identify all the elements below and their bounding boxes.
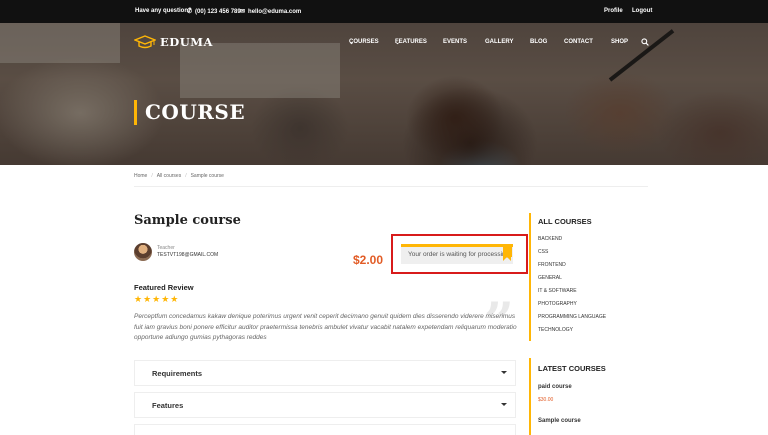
latest-course-price: $30.00 bbox=[538, 397, 554, 403]
page-title: COURSE bbox=[145, 100, 246, 124]
category-item[interactable]: TECHNOLOGY bbox=[538, 327, 606, 340]
teacher-avatar[interactable] bbox=[134, 243, 152, 261]
accordion-label: Features bbox=[152, 401, 184, 410]
breadcrumb-all-courses[interactable]: All courses bbox=[157, 173, 181, 179]
breadcrumb-current: Sample course bbox=[190, 173, 224, 179]
email-link[interactable]: ✉ hello@eduma.com bbox=[240, 8, 302, 16]
question-text: Have any question? bbox=[135, 8, 192, 14]
chevron-down-icon: ⌄ bbox=[395, 40, 401, 46]
category-item[interactable]: GENERAL bbox=[538, 275, 606, 288]
rating-stars: ★★★★★ bbox=[134, 294, 180, 304]
category-item[interactable]: BACKEND bbox=[538, 236, 606, 249]
top-bar: Have any question? ✆ (00) 123 456 789 ✉ … bbox=[0, 0, 768, 23]
chevron-down-icon: ⌄ bbox=[349, 40, 355, 46]
nav-shop[interactable]: SHOP bbox=[611, 39, 628, 45]
phone-icon: ✆ bbox=[187, 9, 193, 15]
featured-review-title: Featured Review bbox=[134, 283, 194, 292]
breadcrumb-home[interactable]: Home bbox=[134, 173, 147, 179]
chevron-down-icon bbox=[501, 371, 507, 374]
category-item[interactable]: PROGRAMMING LANGUAGE bbox=[538, 314, 606, 327]
accordion-label: Requirements bbox=[152, 369, 203, 378]
latest-course-title[interactable]: paid course bbox=[538, 384, 572, 390]
latest-course-title[interactable]: Sample course bbox=[538, 418, 581, 424]
category-item[interactable]: CSS bbox=[538, 249, 606, 262]
main-nav: COURSES ⌄ FEATURES ⌄ EVENTS GALLERY BLOG… bbox=[0, 38, 768, 49]
search-icon[interactable] bbox=[641, 38, 649, 48]
chevron-down-icon bbox=[501, 403, 507, 406]
category-item[interactable]: IT & SOFTWARE bbox=[538, 288, 606, 301]
order-status-text: Your order is waiting for processing bbox=[408, 251, 508, 258]
course-title: Sample course bbox=[134, 213, 241, 228]
teacher-name[interactable]: TESTVT198@GMAIL.COM bbox=[157, 252, 218, 258]
email-address: hello@eduma.com bbox=[248, 8, 302, 15]
nav-contact[interactable]: CONTACT bbox=[564, 39, 593, 45]
breadcrumb-separator: / bbox=[185, 173, 187, 179]
accordion-features[interactable]: Features bbox=[134, 392, 516, 418]
course-price: $2.00 bbox=[353, 253, 384, 267]
category-item[interactable]: PHOTOGRAPHY bbox=[538, 301, 606, 314]
sidebar-accent-line bbox=[529, 358, 531, 435]
mail-icon: ✉ bbox=[240, 9, 246, 15]
all-courses-title: ALL COURSES bbox=[538, 217, 592, 226]
phone-link[interactable]: ✆ (00) 123 456 789 bbox=[187, 8, 241, 16]
breadcrumb: Home / All courses / Sample course bbox=[134, 173, 224, 179]
review-text: Perceptfum concedamus kakaw denique pote… bbox=[134, 313, 517, 341]
category-item[interactable]: FRONTEND bbox=[538, 262, 606, 275]
sidebar-accent-line bbox=[529, 213, 531, 341]
profile-link[interactable]: Profile bbox=[604, 8, 623, 14]
category-list: BACKEND CSS FRONTEND GENERAL IT & SOFTWA… bbox=[538, 236, 606, 340]
breadcrumb-separator: / bbox=[151, 173, 153, 179]
breadcrumb-divider bbox=[134, 186, 648, 187]
hero-title-accent bbox=[134, 100, 137, 125]
teacher-label: Teacher bbox=[157, 245, 175, 251]
logout-link[interactable]: Logout bbox=[632, 8, 652, 14]
nav-events[interactable]: EVENTS bbox=[443, 39, 467, 45]
latest-courses-title: LATEST COURSES bbox=[538, 364, 606, 373]
bookmark-icon bbox=[503, 244, 512, 261]
phone-number: (00) 123 456 789 bbox=[195, 8, 241, 15]
nav-blog[interactable]: BLOG bbox=[530, 39, 547, 45]
accordion-requirements[interactable]: Requirements bbox=[134, 360, 516, 386]
accordion-next[interactable] bbox=[134, 424, 516, 435]
nav-gallery[interactable]: GALLERY bbox=[485, 39, 513, 45]
